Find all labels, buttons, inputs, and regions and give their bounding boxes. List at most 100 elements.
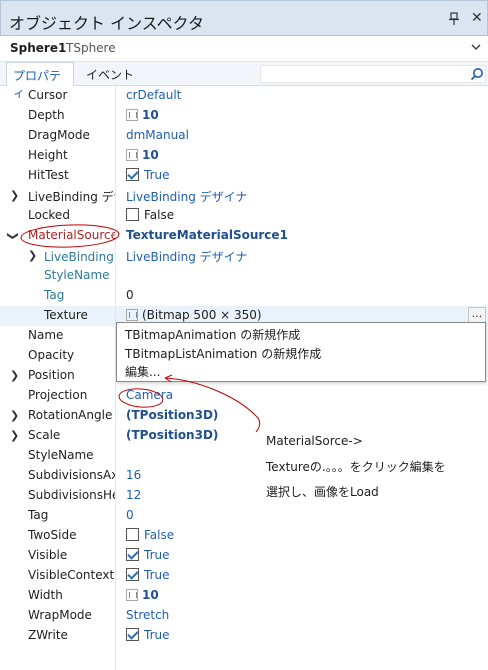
- property-row-scale[interactable]: ❯ Scale (TPosition3D): [0, 426, 488, 446]
- menu-item-new-bitmap-list-animation[interactable]: TBitmapListAnimation の新規作成: [125, 345, 321, 363]
- property-value[interactable]: 0: [126, 508, 134, 522]
- checkbox[interactable]: [126, 168, 139, 181]
- spin-edit-icon[interactable]: [126, 589, 138, 601]
- column-divider: [115, 566, 116, 586]
- property-row-visiblecontextmenu[interactable]: VisibleContextM True: [0, 566, 488, 586]
- column-divider: [115, 386, 116, 406]
- property-row-height[interactable]: Height 10: [0, 146, 488, 166]
- property-value[interactable]: crDefault: [126, 88, 181, 102]
- column-divider: [115, 106, 116, 126]
- property-value[interactable]: False: [126, 208, 174, 222]
- column-divider: [115, 266, 116, 286]
- property-value[interactable]: True: [126, 168, 170, 182]
- checkbox-label: True: [144, 568, 170, 582]
- close-icon[interactable]: ✕: [471, 11, 483, 25]
- tab-events[interactable]: イベント: [80, 62, 140, 86]
- checkbox-label: True: [144, 628, 170, 642]
- expand-arrow-icon[interactable]: ❯: [28, 250, 37, 262]
- property-row-livebinding[interactable]: ❯ LiveBinding デザ LiveBinding デザイナ: [0, 186, 488, 206]
- expand-arrow-icon[interactable]: ❯: [10, 190, 19, 202]
- property-row-projection[interactable]: Projection Camera: [0, 386, 488, 406]
- property-row-width[interactable]: Width 10: [0, 586, 488, 606]
- collapse-arrow-icon[interactable]: ❯: [7, 231, 20, 240]
- column-divider: [115, 86, 116, 106]
- property-name: RotationAngle: [28, 408, 113, 422]
- property-value[interactable]: LiveBinding デザイナ: [126, 248, 247, 265]
- property-row-sub-stylename[interactable]: StyleName: [0, 266, 488, 286]
- menu-item-new-bitmap-animation[interactable]: TBitmapAnimation の新規作成: [125, 326, 300, 344]
- property-row-sub-tag[interactable]: Tag 0: [0, 286, 488, 306]
- property-value[interactable]: 10: [126, 588, 159, 602]
- property-name: Visible: [28, 548, 68, 562]
- column-divider: [115, 126, 116, 146]
- checkbox-label: False: [144, 208, 175, 222]
- property-value[interactable]: 10: [126, 108, 159, 122]
- property-name: Depth: [28, 108, 65, 122]
- bitmap-icon: [126, 309, 138, 321]
- property-name: Position: [28, 368, 75, 382]
- column-divider: [115, 206, 116, 226]
- property-value[interactable]: (Bitmap 500 × 350): [126, 308, 262, 322]
- property-value[interactable]: 16: [126, 468, 141, 482]
- property-row-wrapmode[interactable]: WrapMode Stretch: [0, 606, 488, 626]
- menu-item-edit[interactable]: 編集...: [125, 363, 160, 381]
- property-name: ZWrite: [28, 628, 68, 642]
- property-row-hittest[interactable]: HitTest True: [0, 166, 488, 186]
- object-type: TSphere: [66, 41, 116, 55]
- property-name: Cursor: [28, 88, 68, 102]
- property-row-zwrite[interactable]: ZWrite True: [0, 626, 488, 646]
- property-value[interactable]: TextureMaterialSource1: [126, 228, 288, 242]
- property-row-rotationangle[interactable]: ❯ RotationAngle (TPosition3D): [0, 406, 488, 426]
- property-row-subdivisionsheight[interactable]: SubdivisionsHeig 12: [0, 486, 488, 506]
- checkbox[interactable]: [126, 568, 139, 581]
- property-name: StyleName: [44, 268, 110, 282]
- property-row-materialsource[interactable]: ❯ MaterialSource TextureMaterialSource1: [0, 226, 488, 246]
- property-row-sub-livebinding[interactable]: ❯ LiveBinding デ LiveBinding デザイナ: [0, 246, 488, 266]
- property-name: Locked: [28, 208, 70, 222]
- property-value[interactable]: 0: [126, 288, 134, 302]
- checkbox[interactable]: [126, 628, 139, 641]
- property-value[interactable]: True: [126, 628, 170, 642]
- expand-arrow-icon[interactable]: ❯: [10, 410, 19, 422]
- expand-arrow-icon[interactable]: ❯: [10, 430, 19, 442]
- pin-icon[interactable]: [447, 12, 461, 26]
- property-value[interactable]: Camera: [126, 388, 173, 402]
- property-value[interactable]: True: [126, 548, 170, 562]
- property-value[interactable]: True: [126, 568, 170, 582]
- spin-edit-icon[interactable]: [126, 149, 138, 161]
- property-row-depth[interactable]: Depth 10: [0, 106, 488, 126]
- chevron-down-icon[interactable]: [470, 41, 482, 53]
- column-divider: [115, 446, 116, 466]
- checkbox[interactable]: [126, 528, 139, 541]
- property-name: MaterialSource: [28, 228, 115, 242]
- checkbox[interactable]: [126, 548, 139, 561]
- property-value[interactable]: 12: [126, 488, 141, 502]
- width-value: 10: [142, 588, 159, 602]
- texture-context-menu: TBitmapAnimation の新規作成 TBitmapListAnimat…: [116, 322, 486, 382]
- property-row-cursor[interactable]: Cursor crDefault: [0, 86, 488, 106]
- checkbox-label: True: [144, 548, 170, 562]
- property-row-twoside[interactable]: TwoSide False: [0, 526, 488, 546]
- property-value[interactable]: Stretch: [126, 608, 169, 622]
- search-input[interactable]: [260, 65, 486, 83]
- property-name: StyleName: [28, 448, 94, 462]
- spin-edit-icon[interactable]: [126, 109, 138, 121]
- expand-arrow-icon[interactable]: ❯: [10, 370, 19, 382]
- property-name: HitTest: [28, 168, 69, 182]
- object-selector[interactable]: Sphere1 TSphere: [0, 36, 488, 62]
- search-icon[interactable]: [470, 67, 484, 81]
- tab-properties[interactable]: プロパティ: [6, 62, 74, 100]
- property-value[interactable]: (TPosition3D): [126, 408, 218, 422]
- property-row-visible[interactable]: Visible True: [0, 546, 488, 566]
- property-value[interactable]: (TPosition3D): [126, 428, 218, 442]
- property-row-dragmode[interactable]: DragMode dmManual: [0, 126, 488, 146]
- property-value[interactable]: False: [126, 528, 174, 542]
- property-row-tag[interactable]: Tag 0: [0, 506, 488, 526]
- property-row-locked[interactable]: Locked False: [0, 206, 488, 226]
- property-value[interactable]: dmManual: [126, 128, 189, 142]
- property-name: SubdivisionsAxes: [28, 468, 115, 482]
- property-value[interactable]: 10: [126, 148, 159, 162]
- checkbox[interactable]: [126, 208, 139, 221]
- property-value[interactable]: LiveBinding デザイナ: [126, 188, 247, 205]
- column-divider: [115, 406, 116, 426]
